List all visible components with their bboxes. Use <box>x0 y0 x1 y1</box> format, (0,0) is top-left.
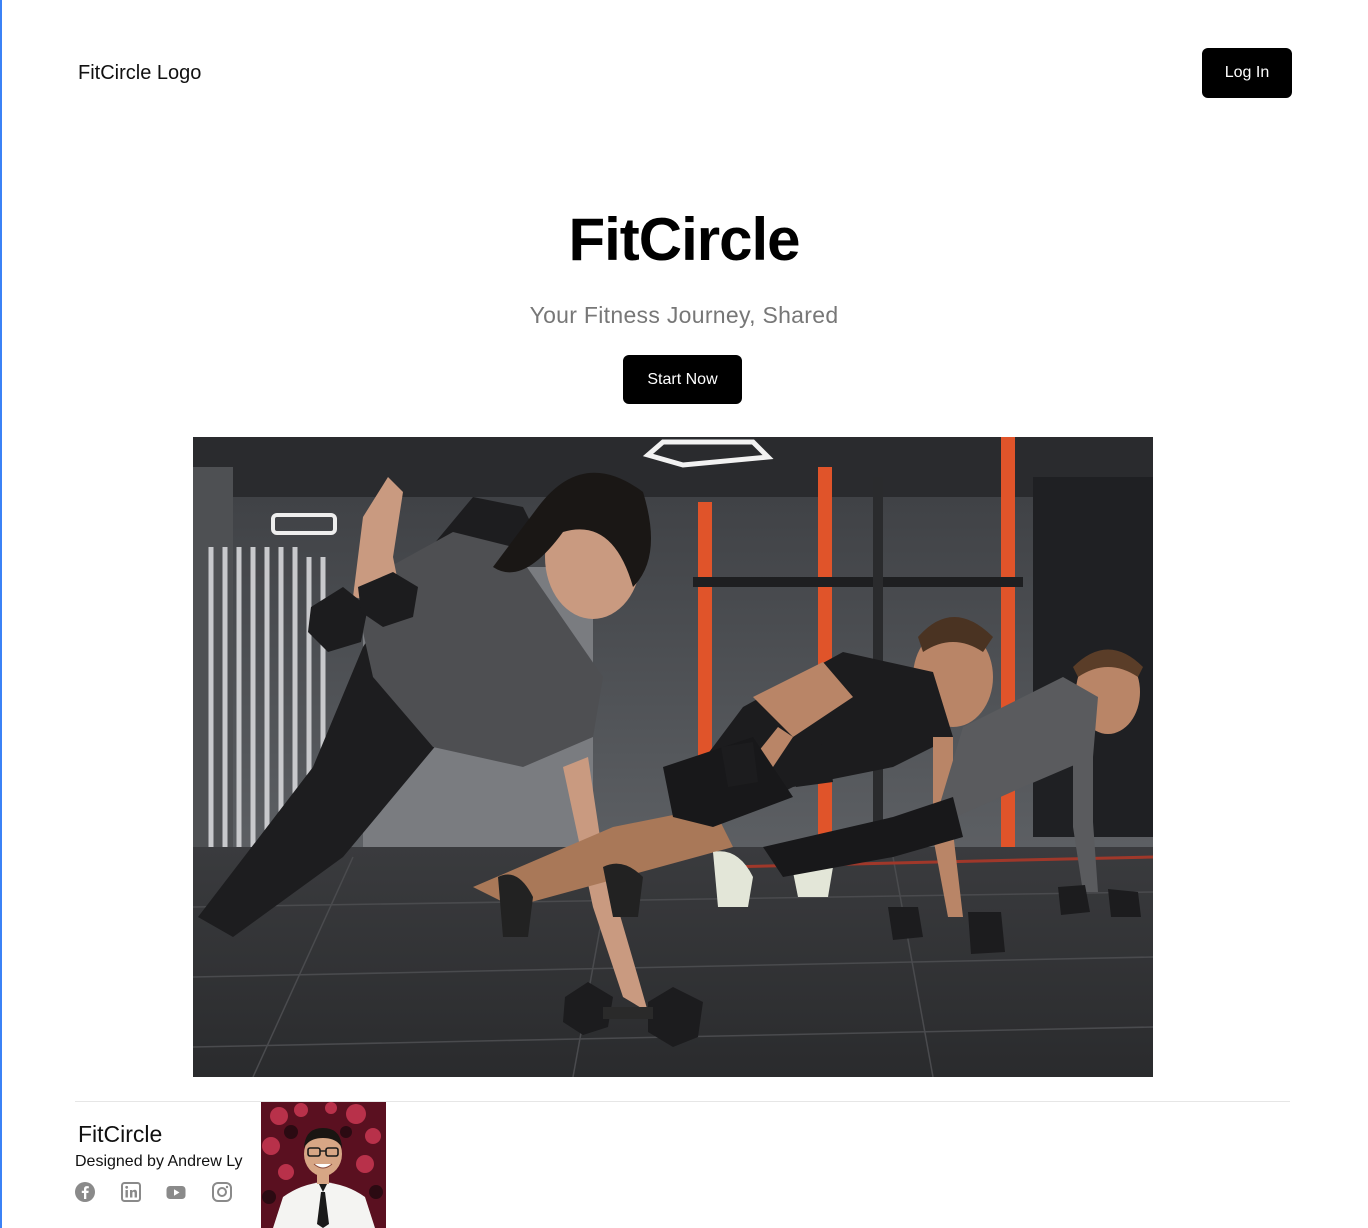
footer-divider <box>75 1101 1290 1102</box>
logo-text[interactable]: FitCircle Logo <box>78 60 201 86</box>
youtube-icon[interactable] <box>165 1181 187 1203</box>
hero-title: FitCircle <box>568 206 800 273</box>
start-now-button[interactable]: Start Now <box>623 355 742 404</box>
hero-image-gym-workout <box>193 437 1153 1077</box>
site-header: FitCircle Logo Log In <box>0 0 1368 140</box>
viewport-edge-line <box>0 0 2 1228</box>
designer-photo <box>261 1102 386 1228</box>
instagram-icon[interactable] <box>211 1181 233 1203</box>
linkedin-icon[interactable] <box>120 1181 142 1203</box>
footer-title: FitCircle <box>78 1121 163 1147</box>
footer-credit: Designed by Andrew Ly <box>75 1153 243 1170</box>
facebook-icon[interactable] <box>74 1181 96 1203</box>
login-button[interactable]: Log In <box>1202 48 1292 98</box>
hero-subtitle: Your Fitness Journey, Shared <box>529 302 839 328</box>
